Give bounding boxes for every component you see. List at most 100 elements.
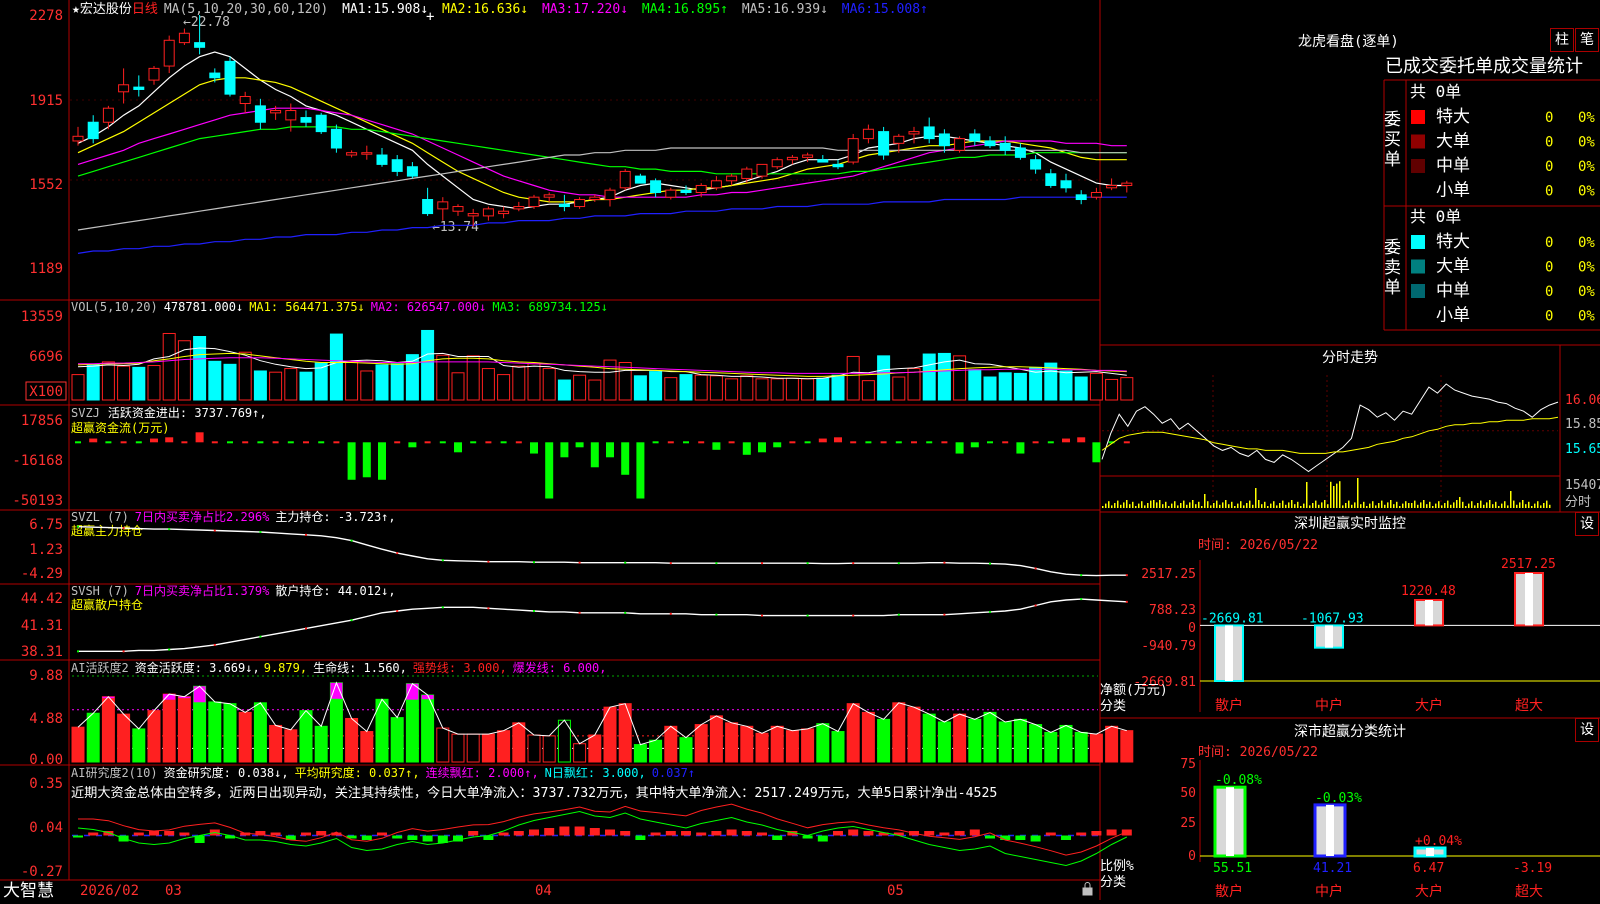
- flow-bar[interactable]: [758, 442, 766, 453]
- candle[interactable]: [513, 206, 525, 210]
- volume-bar[interactable]: [193, 335, 207, 401]
- volume-bar[interactable]: [877, 355, 891, 401]
- candle[interactable]: [315, 114, 327, 133]
- flow-bar[interactable]: [636, 442, 645, 499]
- candle[interactable]: [847, 138, 859, 163]
- candle[interactable]: [270, 110, 282, 114]
- research-bar[interactable]: [985, 835, 995, 839]
- activity-bar[interactable]: [436, 727, 450, 763]
- activity-bar[interactable]: [664, 725, 678, 763]
- volume-bar[interactable]: [907, 368, 921, 401]
- research-bar[interactable]: [133, 832, 144, 836]
- activity-bar[interactable]: [983, 711, 997, 763]
- research-bar[interactable]: [559, 826, 570, 836]
- volume-chart[interactable]: [71, 329, 1134, 401]
- flow-bar[interactable]: [530, 442, 538, 454]
- volume-bar[interactable]: [831, 374, 845, 401]
- volume-bar[interactable]: [71, 374, 85, 401]
- activity-bar[interactable]: [299, 710, 313, 763]
- volume-bar[interactable]: [497, 374, 511, 401]
- activity-bar[interactable]: [451, 733, 465, 763]
- volume-bar[interactable]: [618, 362, 632, 401]
- candle[interactable]: [558, 203, 570, 208]
- candle[interactable]: [923, 126, 935, 140]
- volume-bar[interactable]: [725, 378, 739, 401]
- candle[interactable]: [330, 128, 342, 149]
- volume-bar[interactable]: [481, 368, 495, 401]
- activity-bar[interactable]: [269, 724, 283, 763]
- volume-bar[interactable]: [329, 333, 343, 401]
- candle[interactable]: [239, 95, 251, 105]
- research-bar[interactable]: [954, 831, 965, 836]
- volume-bar[interactable]: [709, 375, 723, 401]
- candle[interactable]: [710, 180, 722, 189]
- volume-bar[interactable]: [557, 379, 571, 401]
- activity-bar[interactable]: [223, 703, 237, 763]
- volume-bar[interactable]: [512, 365, 526, 401]
- research-bar[interactable]: [498, 832, 509, 836]
- candle[interactable]: [1045, 173, 1057, 186]
- flow-bar[interactable]: [818, 438, 827, 443]
- candle[interactable]: [1106, 184, 1118, 189]
- research-bar[interactable]: [270, 832, 281, 836]
- activity-bar[interactable]: [846, 703, 860, 763]
- flow-bar[interactable]: [195, 432, 204, 443]
- volume-bar[interactable]: [785, 377, 799, 401]
- candle[interactable]: [498, 210, 510, 215]
- candle[interactable]: [619, 170, 631, 189]
- volume-bar[interactable]: [801, 378, 815, 401]
- flow-bar[interactable]: [590, 442, 599, 468]
- activity-bar[interactable]: [709, 715, 723, 763]
- volume-bar[interactable]: [117, 365, 131, 401]
- flow-bar[interactable]: [606, 442, 614, 458]
- volume-bar[interactable]: [253, 370, 267, 401]
- activity-bar[interactable]: [861, 711, 875, 763]
- research-bar[interactable]: [726, 829, 737, 836]
- activity-bar[interactable]: [998, 721, 1012, 763]
- activity-bar[interactable]: [831, 731, 845, 763]
- flow-bar[interactable]: [712, 442, 721, 450]
- candle[interactable]: [391, 159, 403, 172]
- volume-bar[interactable]: [983, 376, 997, 401]
- activity-bar[interactable]: [177, 696, 191, 763]
- activity-bar[interactable]: [649, 739, 663, 763]
- candle[interactable]: [1075, 194, 1087, 201]
- research-bar[interactable]: [73, 835, 83, 838]
- flow-bar[interactable]: [1077, 437, 1086, 443]
- research-bar[interactable]: [1106, 829, 1117, 836]
- flow-bar[interactable]: [575, 442, 584, 448]
- activity-bar[interactable]: [907, 706, 921, 763]
- activity-bar[interactable]: [1120, 730, 1134, 763]
- research-bar[interactable]: [741, 831, 752, 836]
- volume-bar[interactable]: [269, 371, 283, 401]
- activity-bar[interactable]: [679, 737, 693, 763]
- candle[interactable]: [665, 189, 677, 198]
- flow-bar[interactable]: [545, 442, 554, 499]
- activity-chart[interactable]: [71, 675, 1134, 763]
- candle[interactable]: [178, 32, 190, 44]
- research-bar[interactable]: [1061, 835, 1071, 841]
- candle[interactable]: [938, 133, 950, 147]
- flow-bar[interactable]: [150, 438, 158, 443]
- volume-bar[interactable]: [542, 368, 556, 401]
- activity-bar[interactable]: [86, 712, 100, 763]
- candle[interactable]: [209, 72, 221, 79]
- activity-bar[interactable]: [801, 728, 815, 763]
- activity-bar[interactable]: [968, 718, 982, 763]
- volume-bar[interactable]: [1120, 377, 1134, 401]
- volume-bar[interactable]: [345, 361, 359, 401]
- research-bar[interactable]: [88, 832, 99, 836]
- candle[interactable]: [1030, 159, 1042, 170]
- tick-view-button[interactable]: 笔: [1575, 28, 1599, 52]
- candle[interactable]: [1060, 180, 1072, 189]
- activity-bar[interactable]: [117, 713, 131, 763]
- research-bar[interactable]: [407, 835, 418, 841]
- column-view-button[interactable]: 柱: [1550, 28, 1574, 52]
- activity-bar[interactable]: [481, 733, 495, 763]
- flow-bar[interactable]: [955, 442, 964, 454]
- candle[interactable]: [361, 152, 373, 155]
- activity-bar[interactable]: [101, 696, 115, 763]
- volume-bar[interactable]: [314, 362, 328, 401]
- research-bar[interactable]: [863, 831, 874, 836]
- research-bar[interactable]: [361, 835, 372, 841]
